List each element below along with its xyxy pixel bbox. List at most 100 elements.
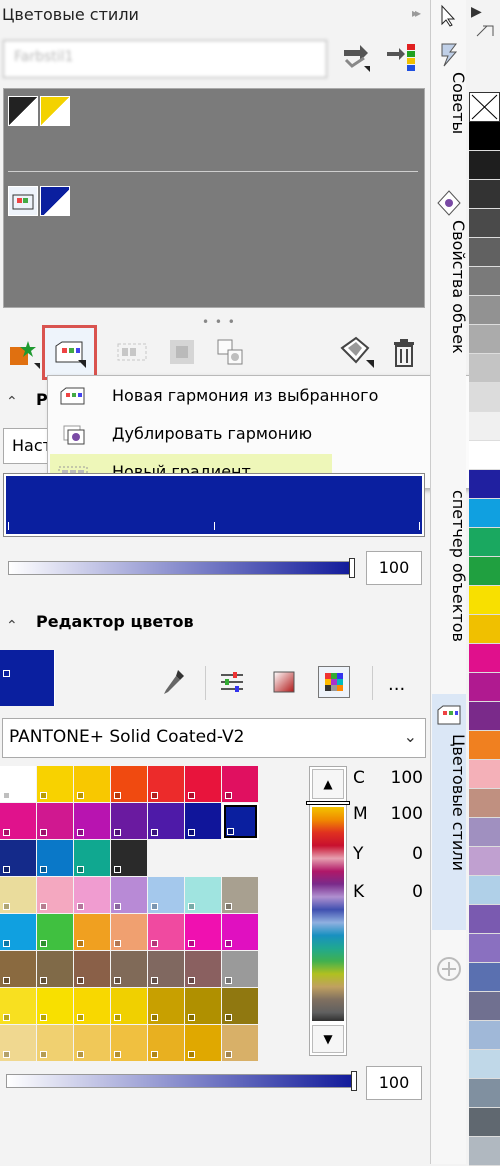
- color-swatch[interactable]: [37, 1025, 74, 1062]
- color-swatch[interactable]: [222, 988, 259, 1025]
- link-styles-icon[interactable]: [338, 40, 372, 74]
- palette-swatch[interactable]: [469, 1079, 500, 1108]
- harmony-gradient-preview[interactable]: [3, 473, 425, 537]
- palette-swatch[interactable]: [469, 934, 500, 963]
- delete-trash-icon[interactable]: [390, 338, 418, 368]
- color-swatch[interactable]: [148, 951, 185, 988]
- palette-swatch[interactable]: [469, 238, 500, 267]
- color-swatch[interactable]: [37, 951, 74, 988]
- slider-thumb[interactable]: [349, 558, 355, 578]
- palette-swatch[interactable]: [469, 731, 500, 760]
- opacity-slider-top[interactable]: [8, 558, 355, 578]
- color-swatch[interactable]: [185, 877, 222, 914]
- palette-overview-gradient[interactable]: [312, 807, 344, 1021]
- palette-swatch[interactable]: [469, 760, 500, 789]
- palette-swatch[interactable]: [469, 789, 500, 818]
- palette-swatch[interactable]: [469, 876, 500, 905]
- palette-swatch[interactable]: [469, 296, 500, 325]
- scroll-up-icon[interactable]: ▲: [312, 769, 344, 799]
- color-swatch[interactable]: [148, 988, 185, 1025]
- add-docker-icon[interactable]: [436, 956, 462, 982]
- palette-swatch[interactable]: [469, 615, 500, 644]
- style-settings-icon[interactable]: [338, 334, 374, 368]
- color-swatch[interactable]: [111, 803, 148, 840]
- palette-swatch[interactable]: [469, 557, 500, 586]
- palette-swatch[interactable]: [469, 702, 500, 731]
- collapse-panel-button[interactable]: ▸▸: [412, 6, 421, 20]
- color-swatch[interactable]: [0, 914, 37, 951]
- palette-dropdown[interactable]: PANTONE+ Solid Coated-V2 ⌄: [2, 718, 426, 758]
- palette-swatch[interactable]: [469, 325, 500, 354]
- new-style-icon[interactable]: [8, 337, 40, 369]
- tab-object-properties[interactable]: Свойства объек: [434, 220, 468, 380]
- palette-swatch[interactable]: [469, 1021, 500, 1050]
- color-swatch[interactable]: [148, 1025, 185, 1062]
- color-swatch[interactable]: [0, 840, 37, 877]
- scroll-position-marker[interactable]: [306, 801, 350, 805]
- no-color-swatch[interactable]: [469, 92, 500, 122]
- collapse-chevron-icon[interactable]: ⌃: [6, 394, 18, 410]
- color-swatch[interactable]: [37, 803, 74, 840]
- palette-scroll-strip[interactable]: ▲ ▼: [306, 766, 350, 1056]
- color-swatch[interactable]: [222, 877, 259, 914]
- tab-color-styles[interactable]: Цветовые стили: [434, 734, 468, 924]
- eyedropper-icon[interactable]: [160, 668, 186, 696]
- tab-object-manager[interactable]: спетчер объектов: [434, 490, 468, 690]
- palette-swatch[interactable]: [469, 151, 500, 180]
- collapse-chevron-icon-editor[interactable]: ⌃: [6, 618, 18, 634]
- palette-menu-icon[interactable]: ▶: [471, 4, 482, 20]
- palette-swatch[interactable]: [469, 818, 500, 847]
- style-name-input[interactable]: Farbstil1: [3, 40, 327, 78]
- color-swatch[interactable]: [111, 1025, 148, 1062]
- resize-handle[interactable]: • • •: [202, 315, 236, 329]
- palette-swatch[interactable]: [469, 1137, 500, 1166]
- color-swatch[interactable]: [37, 766, 74, 803]
- new-harmony-icon[interactable]: [52, 336, 88, 368]
- convert-style-icon[interactable]: [214, 336, 246, 368]
- opacity-value-top[interactable]: 100: [366, 551, 422, 585]
- palette-swatch[interactable]: [469, 122, 500, 151]
- color-swatch[interactable]: [222, 914, 259, 951]
- color-swatch[interactable]: [222, 766, 259, 803]
- palette-swatch[interactable]: [469, 992, 500, 1021]
- color-swatch[interactable]: [185, 803, 222, 840]
- color-swatch[interactable]: [37, 988, 74, 1025]
- color-viewer-icon[interactable]: [272, 670, 296, 694]
- palette-swatch[interactable]: [469, 644, 500, 673]
- palette-swatch[interactable]: [469, 354, 500, 383]
- color-palettes-view-icon[interactable]: [318, 666, 350, 698]
- tips-tab-icon[interactable]: [434, 40, 464, 70]
- color-mixer-sliders-icon[interactable]: [219, 670, 245, 694]
- pick-tool-icon[interactable]: [432, 4, 464, 28]
- color-swatch[interactable]: [74, 840, 111, 877]
- palette-swatch[interactable]: [469, 180, 500, 209]
- color-swatch[interactable]: [185, 914, 222, 951]
- palette-swatch[interactable]: [469, 383, 500, 412]
- color-swatch[interactable]: [74, 803, 111, 840]
- palette-swatch[interactable]: [469, 470, 500, 499]
- palette-swatch[interactable]: [469, 267, 500, 296]
- palette-swatch[interactable]: [469, 1050, 500, 1079]
- palette-swatch[interactable]: [469, 963, 500, 992]
- palette-swatch[interactable]: [469, 412, 500, 441]
- pin-icon[interactable]: [473, 24, 497, 38]
- color-swatch[interactable]: [37, 914, 74, 951]
- color-swatch[interactable]: [185, 951, 222, 988]
- color-swatch[interactable]: [37, 840, 74, 877]
- color-swatch[interactable]: [111, 914, 148, 951]
- palette-swatch[interactable]: [469, 905, 500, 934]
- color-swatch[interactable]: [0, 1025, 37, 1062]
- color-swatch[interactable]: [0, 766, 37, 803]
- color-swatch[interactable]: [74, 951, 111, 988]
- color-swatch[interactable]: [74, 1025, 111, 1062]
- color-swatch[interactable]: [148, 766, 185, 803]
- color-swatch[interactable]: [74, 766, 111, 803]
- scroll-down-icon[interactable]: ▼: [312, 1025, 344, 1053]
- color-swatch[interactable]: [185, 1025, 222, 1062]
- color-swatch[interactable]: [111, 951, 148, 988]
- palette-swatch[interactable]: [469, 441, 500, 470]
- color-swatch[interactable]: [0, 877, 37, 914]
- palette-swatch[interactable]: [469, 499, 500, 528]
- color-swatch[interactable]: [148, 803, 185, 840]
- tab-tips[interactable]: Советы: [434, 72, 468, 182]
